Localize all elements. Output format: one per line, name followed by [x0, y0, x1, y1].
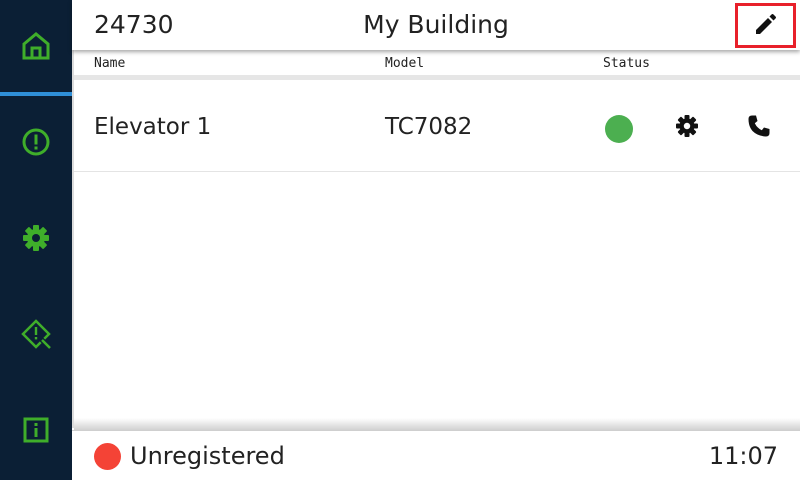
- pencil-icon: [753, 11, 779, 41]
- edit-button[interactable]: [735, 3, 796, 48]
- nav-home-button[interactable]: [0, 0, 72, 96]
- nav-alerts-button[interactable]: [0, 96, 72, 192]
- building-id: 24730: [94, 10, 174, 39]
- table-row[interactable]: Elevator 1 TC7082: [74, 84, 800, 172]
- home-icon: [20, 30, 52, 66]
- sidebar: [0, 0, 72, 480]
- gear-icon: [20, 222, 52, 258]
- elevator-name: Elevator 1: [94, 114, 212, 140]
- registration-status: Unregistered: [130, 442, 285, 470]
- clock: 11:07: [708, 442, 778, 470]
- registration-indicator: [94, 443, 121, 470]
- column-header-name: Name: [94, 56, 126, 71]
- phone-icon: [746, 113, 772, 143]
- elevator-settings-button[interactable]: [673, 114, 701, 142]
- info-icon: [20, 414, 52, 450]
- elevator-call-button[interactable]: [745, 114, 773, 142]
- column-header-status: Status: [603, 56, 650, 71]
- content-shadow: [74, 418, 800, 430]
- warning-search-icon: [20, 318, 52, 354]
- table-header: Name Model Status: [74, 50, 800, 80]
- status-indicator: [605, 115, 633, 143]
- elevator-model: TC7082: [385, 114, 473, 140]
- nav-diagnostics-button[interactable]: [0, 288, 72, 384]
- alert-circle-icon: [20, 126, 52, 162]
- nav-info-button[interactable]: [0, 384, 72, 480]
- header-bar: 24730 My Building: [72, 0, 800, 50]
- gear-icon: [674, 113, 700, 143]
- elevator-list: Elevator 1 TC7082: [74, 80, 800, 428]
- column-header-model: Model: [385, 56, 425, 71]
- nav-settings-button[interactable]: [0, 192, 72, 288]
- page-title: My Building: [363, 10, 509, 39]
- status-bar: Unregistered 11:07: [72, 430, 800, 480]
